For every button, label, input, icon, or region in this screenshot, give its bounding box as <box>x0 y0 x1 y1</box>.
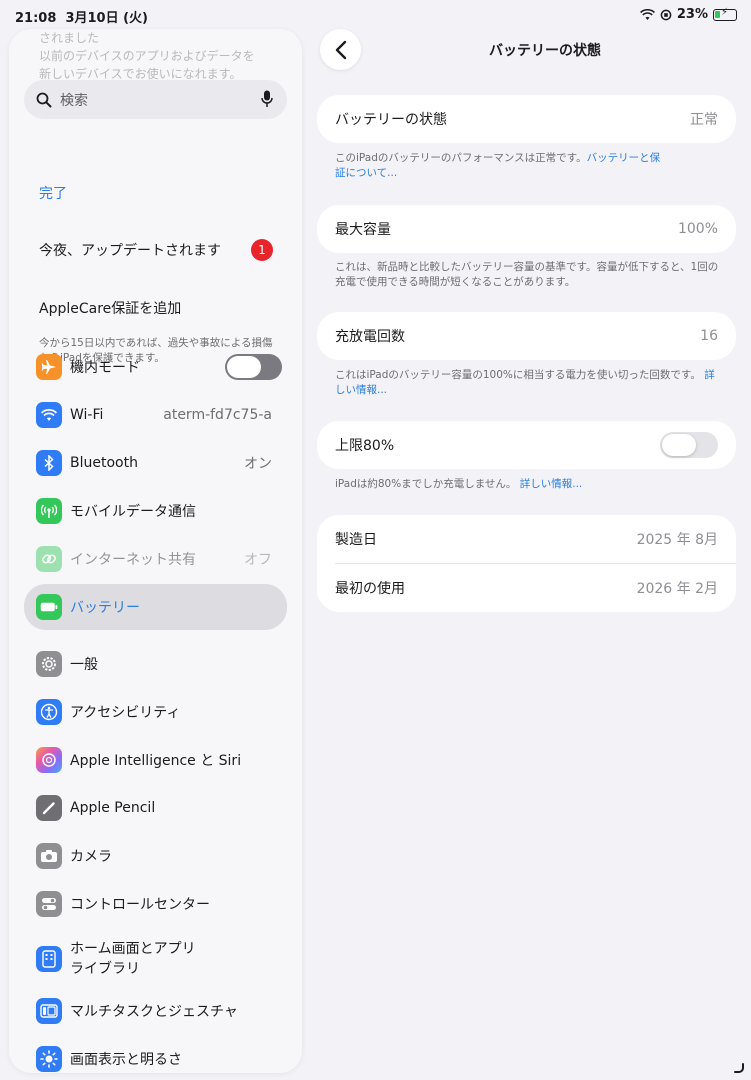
cycle-count-row: 充放電回数 16 <box>335 328 718 345</box>
manufacture-date-row: 製造日 2025 年 8月 <box>317 515 736 563</box>
hotspot-value: オフ <box>244 552 272 568</box>
charge-limit-card: 上限80% <box>317 421 736 469</box>
airplane-mode-toggle[interactable] <box>225 354 282 380</box>
bluetooth-icon <box>36 450 62 476</box>
siri-icon <box>36 747 62 773</box>
sidebar-item-battery[interactable]: バッテリー <box>24 584 287 630</box>
sidebar-item-personal-hotspot[interactable]: インターネット共有 オフ <box>24 537 287 581</box>
dates-card: 製造日 2025 年 8月 最初の使用 2026 年 2月 <box>317 515 736 612</box>
search-input[interactable]: 検索 <box>24 80 287 119</box>
sidebar-item-accessibility[interactable]: アクセシビリティ <box>24 690 287 734</box>
link-icon <box>36 546 62 572</box>
battery-warranty-link[interactable]: バッテリーと保 <box>587 152 661 164</box>
status-bar: 21:08 3月10日 (火) 23% ⚡ <box>0 0 751 30</box>
airplane-icon <box>36 354 62 380</box>
battery-health-footnote: このiPadのバッテリーのパフォーマンスは正常です。バッテリーと保 証について.… <box>335 152 661 179</box>
pencil-icon <box>36 795 62 821</box>
wifi-icon <box>36 402 62 428</box>
battery-health-value: 正常 <box>690 112 718 128</box>
search-icon <box>36 92 52 107</box>
sidebar-item-general[interactable]: 一般 <box>24 642 287 686</box>
charge-limit-toggle[interactable] <box>660 432 718 458</box>
cycle-count-value: 16 <box>700 328 718 344</box>
status-time: 21:08 3月10日 (火) <box>15 11 148 26</box>
max-capacity-row: 最大容量 100% <box>335 221 718 238</box>
corner-grabber-icon[interactable] <box>733 1062 745 1074</box>
update-badge: 1 <box>251 239 273 261</box>
wifi-status-icon <box>639 8 655 20</box>
sidebar-item-display-brightness[interactable]: 画面表示と明るさ <box>24 1037 287 1073</box>
update-tonight-row[interactable]: 今夜、アップデートされます 1 <box>39 239 273 261</box>
sidebar-item-bluetooth[interactable]: Bluetooth オン <box>24 441 287 485</box>
cycle-count-card: 充放電回数 16 <box>317 312 736 360</box>
faded-header-text: されました 以前のデバイスのアプリおよびデータを 新しいデバイスでお使いになれま… <box>39 31 255 81</box>
max-capacity-card: 最大容量 100% <box>317 205 736 253</box>
sidebar-item-control-center[interactable]: コントロールセンター <box>24 882 287 926</box>
max-capacity-value: 100% <box>677 221 718 237</box>
sidebar-item-airplane-mode[interactable]: 機内モード <box>24 345 287 389</box>
charge-limit-more-info-link[interactable]: 詳しい情報... <box>520 478 583 490</box>
charge-limit-row[interactable]: 上限80% <box>317 421 736 469</box>
applecare-button[interactable]: AppleCare保証を追加 <box>39 298 181 318</box>
first-use-row: 最初の使用 2026 年 2月 <box>317 564 736 612</box>
accessibility-icon <box>36 699 62 725</box>
chevron-left-icon <box>335 40 346 59</box>
sidebar-item-multitasking[interactable]: マルチタスクとジェスチャ <box>24 989 287 1033</box>
antenna-icon <box>36 498 62 524</box>
sidebar: されました 以前のデバイスのアプリおよびデータを 新しいデバイスでお使いになれま… <box>9 29 302 1073</box>
microphone-icon[interactable] <box>261 90 273 108</box>
multitask-icon <box>36 998 62 1024</box>
camera-icon <box>36 843 62 869</box>
cycle-count-footnote: これはiPadのバッテリー容量の100%に相当する電力を使い切った回数です。 詳… <box>335 369 715 396</box>
done-button[interactable]: 完了 <box>39 183 67 203</box>
max-capacity-footnote: これは、新品時と比較したバッテリー容量の基準です。容量が低下すると、1回の充電で… <box>335 261 719 288</box>
battery-health-row[interactable]: バッテリーの状態 正常 <box>317 95 736 143</box>
sidebar-item-apple-intelligence-siri[interactable]: Apple Intelligence と Siri <box>24 738 287 782</box>
status-right: 23% ⚡ <box>639 7 737 22</box>
gear-icon <box>36 651 62 677</box>
sidebar-item-apple-pencil[interactable]: Apple Pencil <box>24 786 287 830</box>
sun-icon <box>36 1046 62 1072</box>
home-grid-icon <box>36 946 62 972</box>
charge-limit-footnote: iPadは約80%までしか充電しません。 詳しい情報... <box>335 478 583 490</box>
bluetooth-value: オン <box>244 456 272 472</box>
orientation-lock-icon <box>660 9 672 20</box>
switches-icon <box>36 891 62 917</box>
sidebar-item-camera[interactable]: カメラ <box>24 834 287 878</box>
update-label: 今夜、アップデートされます <box>39 243 221 259</box>
sidebar-item-home-screen[interactable]: ホーム画面とアプリ ライブラリ <box>24 934 287 984</box>
battery-status-icon: ⚡ <box>713 7 737 21</box>
battery-health-card: バッテリーの状態 正常 <box>317 95 736 143</box>
search-placeholder: 検索 <box>60 92 88 109</box>
battery-warranty-link-cont[interactable]: 証について... <box>335 167 397 179</box>
battery-icon <box>36 594 62 620</box>
wifi-network-value: aterm-fd7c75-a <box>163 407 272 423</box>
battery-percent: 23% <box>676 7 708 22</box>
back-button[interactable] <box>320 29 361 70</box>
first-use-value: 2026 年 2月 <box>636 581 718 597</box>
sidebar-item-mobile-data[interactable]: モバイルデータ通信 <box>24 489 287 533</box>
page-title: バッテリーの状態 <box>489 43 601 59</box>
manufacture-date-value: 2025 年 8月 <box>636 532 718 548</box>
sidebar-item-wifi[interactable]: Wi-Fi aterm-fd7c75-a <box>24 393 287 437</box>
